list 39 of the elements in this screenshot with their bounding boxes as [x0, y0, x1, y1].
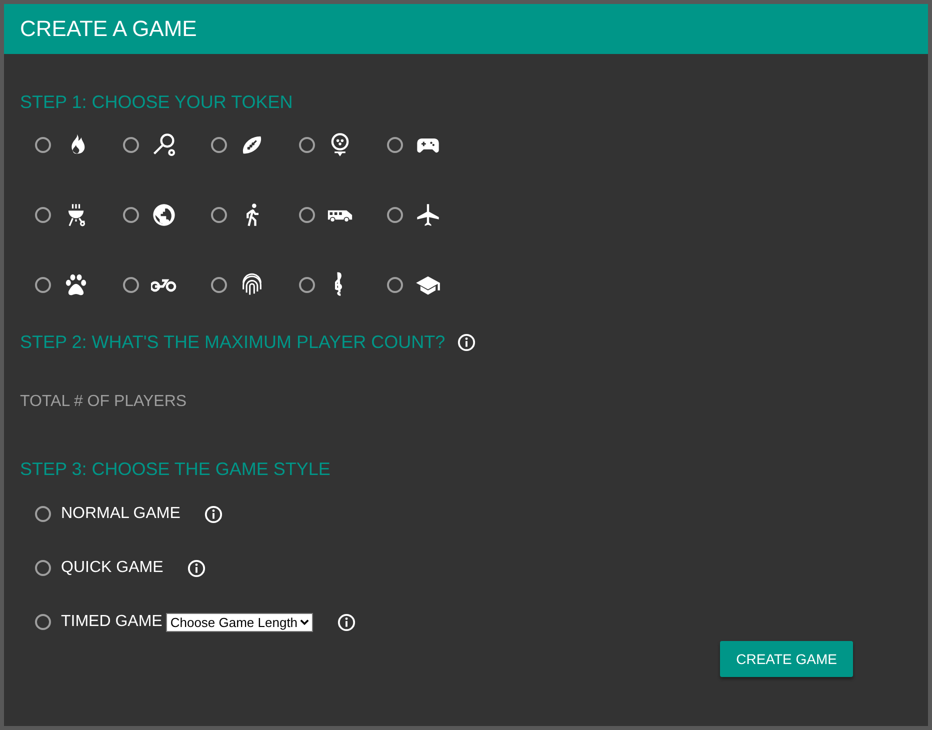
radio-button[interactable] [211, 137, 227, 153]
option-label: QUICK GAME [61, 559, 164, 577]
radio-button[interactable] [387, 137, 403, 153]
radio-button[interactable] [299, 277, 315, 293]
treble-clef-icon [335, 272, 344, 296]
radio-button[interactable] [299, 137, 315, 153]
globe-icon [151, 202, 177, 228]
radio-button[interactable] [35, 277, 51, 293]
radio-button[interactable] [123, 277, 139, 293]
radio-button[interactable] [123, 207, 139, 223]
info-icon[interactable] [457, 333, 476, 352]
radio-button[interactable] [35, 560, 51, 576]
radio-button[interactable] [299, 207, 315, 223]
step-heading: STEP 3: CHOOSE THE GAME STYLE [20, 459, 332, 480]
option-label: NORMAL GAME [61, 505, 180, 523]
racket-icon [151, 132, 177, 158]
caret-icon [300, 619, 309, 625]
radio-button[interactable] [35, 506, 51, 522]
airplane-icon [415, 202, 441, 228]
paw-icon [63, 272, 89, 298]
info-icon[interactable] [187, 558, 206, 578]
step-heading: STEP 2: WHAT'S THE MAXIMUM PLAYER COUNT? [20, 332, 446, 353]
step-heading: STEP 1: CHOOSE YOUR TOKEN [20, 92, 294, 113]
radio-button[interactable] [211, 277, 227, 293]
field-label: TOTAL # OF PLAYERS [20, 393, 188, 411]
info-icon[interactable] [336, 612, 356, 632]
radio-button[interactable] [123, 137, 139, 153]
create-game-button[interactable]: CREATE GAME [720, 641, 853, 677]
radio-button[interactable] [35, 207, 51, 223]
radio-button[interactable] [387, 277, 403, 293]
radio-button[interactable] [387, 207, 403, 223]
radio-button[interactable] [35, 614, 51, 630]
motorbike-icon [151, 279, 177, 292]
info-icon[interactable] [204, 504, 224, 524]
option-label: TIMED GAME [61, 613, 162, 631]
radio-button[interactable] [211, 207, 227, 223]
radio-button[interactable] [35, 137, 51, 153]
game-length-dropdown[interactable]: Choose Game Length [166, 612, 313, 632]
page-title: CREATE A GAME [20, 16, 197, 42]
